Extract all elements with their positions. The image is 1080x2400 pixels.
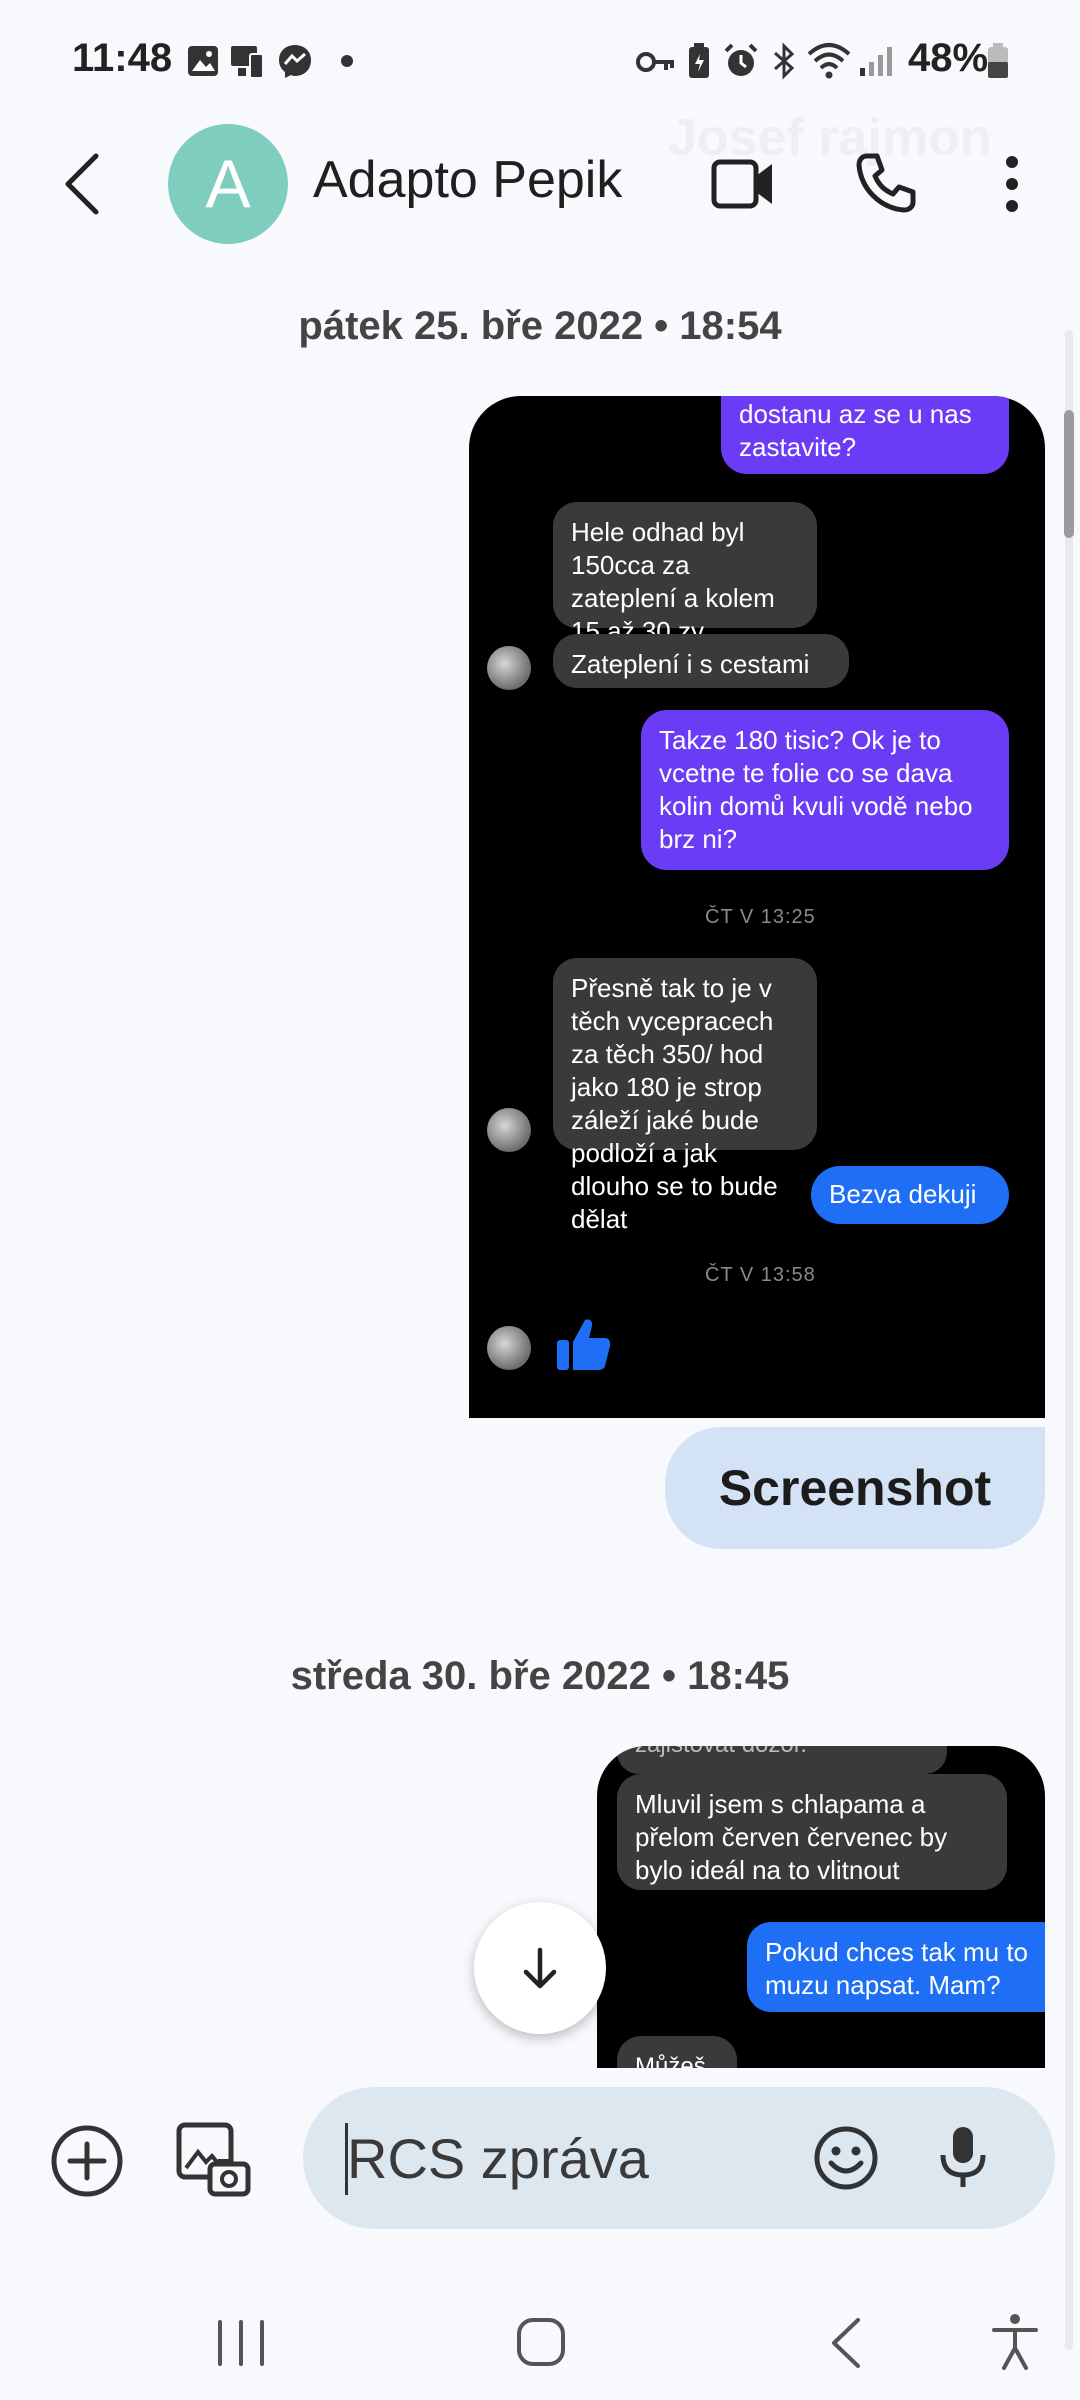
screenshot-message-in: Hele odhad byl 150cca za zateplení a kol…: [553, 502, 817, 679]
bluetooth-icon: [774, 42, 795, 80]
phone-call-icon[interactable]: [853, 150, 919, 216]
video-call-icon[interactable]: [710, 156, 776, 212]
thumbs-up-icon: [557, 1319, 611, 1370]
accessibility-icon[interactable]: [990, 2312, 1040, 2372]
home-icon[interactable]: [515, 2316, 567, 2368]
message-composer[interactable]: [303, 2087, 1055, 2229]
contact-name[interactable]: Adapto Pepik: [313, 150, 622, 210]
battery-icon: [988, 43, 1008, 78]
screenshot-message-out: dostanu az se u nas zastavite?: [721, 396, 1009, 474]
key-icon: [636, 52, 674, 72]
screenshot-message-in: Můžeš: [617, 2036, 737, 2068]
screenshot-avatar: [487, 1108, 531, 1152]
signal-icon: [860, 47, 892, 76]
dot-icon: [341, 55, 353, 67]
screenshot-message-in: Mluvil jsem s chlapama a přelom červen č…: [617, 1774, 1007, 1890]
screenshot-avatar: [487, 1326, 531, 1370]
screenshot-timestamp: ČT V 13:25: [705, 906, 816, 928]
status-bar: 11:48 48%: [0, 0, 1080, 120]
device-icon: [231, 46, 264, 79]
arrow-down-icon: [523, 1947, 557, 1989]
alarm-icon: [724, 43, 758, 76]
screenshot-timestamp: ČT V 13:58: [705, 1264, 816, 1286]
scrollbar-thumb[interactable]: [1064, 410, 1074, 538]
screenshot-message-in: Přesně tak to je v těch vycepracech za t…: [553, 958, 817, 1234]
messenger-icon: [279, 45, 311, 78]
screenshot-attachment[interactable]: dostanu az se u nas zastavite? Hele odha…: [469, 396, 1045, 1418]
screenshot-message-in: zajistovat dozor.: [617, 1746, 947, 1774]
message-caption-bubble[interactable]: Screenshot: [665, 1427, 1045, 1549]
screenshot-message-out: Takze 180 tisic? Ok je to vcetne te foli…: [641, 710, 1009, 870]
screenshot-message-out: Bezva dekuji: [811, 1166, 1009, 1224]
battery-saver-icon: [689, 43, 709, 78]
status-time: 11:48: [72, 36, 173, 80]
date-separator: středa 30. bře 2022 • 18:45: [290, 1654, 790, 1698]
screenshot-message-out: Pokud chces tak mu to muzu napsat. Mam?: [747, 1922, 1045, 2012]
screenshot-avatar: [487, 646, 531, 690]
battery-percent: 48%: [908, 36, 989, 80]
message-input[interactable]: [347, 2119, 787, 2197]
scroll-to-bottom-button[interactable]: [474, 1902, 606, 2034]
wifi-icon: [807, 43, 851, 79]
image-icon: [188, 46, 218, 76]
add-attachment-icon[interactable]: [50, 2124, 124, 2198]
scrollbar-track[interactable]: [1065, 330, 1073, 2350]
screenshot-message-in: Zateplení i s cestami: [553, 634, 849, 688]
date-separator: pátek 25. bře 2022 • 18:54: [298, 304, 782, 348]
gallery-camera-icon[interactable]: [174, 2120, 252, 2198]
screenshot-attachment[interactable]: zajistovat dozor. Mluvil jsem s chlapama…: [597, 1746, 1045, 2068]
emoji-icon[interactable]: [813, 2125, 879, 2191]
microphone-icon[interactable]: [935, 2123, 991, 2193]
more-options-icon[interactable]: [998, 154, 1026, 214]
recent-apps-icon[interactable]: [214, 2318, 268, 2368]
contact-avatar[interactable]: A: [168, 124, 288, 244]
back-nav-icon[interactable]: [826, 2316, 866, 2370]
back-arrow-icon[interactable]: [58, 150, 106, 218]
system-navigation-bar: [0, 2280, 1080, 2400]
